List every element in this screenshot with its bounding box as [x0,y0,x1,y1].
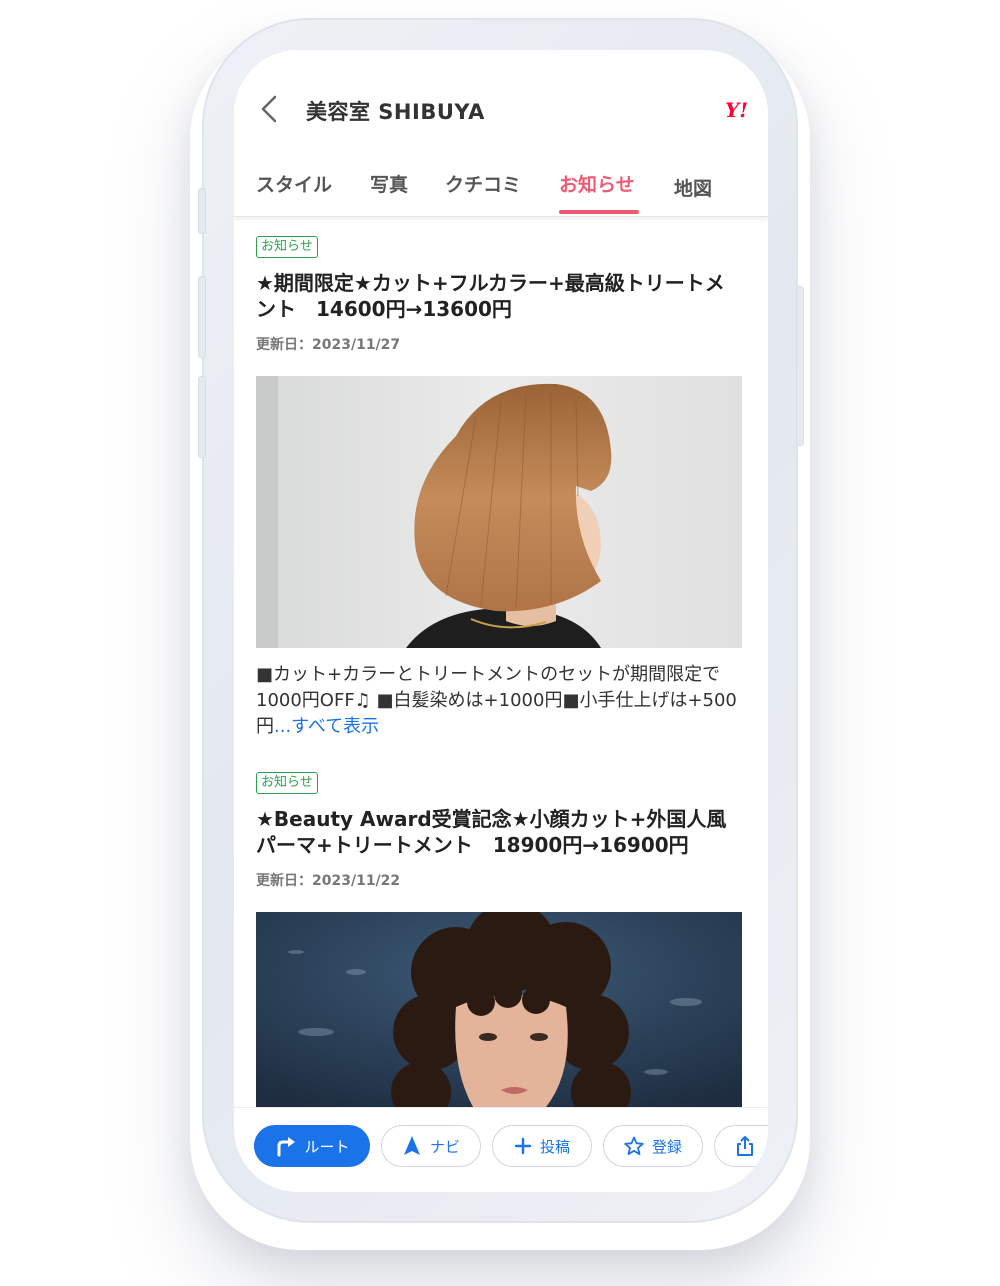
share-button[interactable] [714,1125,768,1167]
navigation-arrow-icon [403,1136,420,1155]
app-header: 美容室 SHIBUYA Y! [234,50,768,170]
side-button-mute [198,188,206,234]
phone-screen: 美容室 SHIBUYA Y! スタイル 写真 クチコミ お知らせ 地図 お知らせ… [234,50,768,1192]
show-all-link[interactable]: ...すべて表示 [274,716,379,737]
side-button-power [796,286,804,446]
plus-icon [514,1137,532,1155]
side-button-volume-up [198,276,206,358]
tab-photos[interactable]: 写真 [370,170,408,197]
route-turn-icon [277,1137,296,1157]
news-badge: お知らせ [256,236,318,258]
star-icon [624,1136,644,1156]
register-label: 登録 [651,1137,682,1156]
news-post[interactable]: お知らせ ★Beauty Award受賞記念★小顔カット+外国人風パーマ+トリー… [256,771,742,1107]
post-body: ■カット+カラーとトリートメントのセットが期間限定で1000円OFF♫ ■白髪染… [256,662,742,740]
post-label: 投稿 [539,1137,570,1156]
yahoo-logo: Y! [724,98,748,122]
news-feed[interactable]: お知らせ ★期間限定★カット+フルカラー+最高級トリートメント 14600円→1… [234,217,768,1107]
tab-news[interactable]: お知らせ [559,170,635,197]
tab-style[interactable]: スタイル [256,170,332,197]
navi-label: ナビ [429,1137,460,1156]
route-label: ルート [304,1137,350,1156]
bottom-action-bar: ルート ナビ 投稿 登録 [234,1107,768,1192]
post-title[interactable]: ★期間限定★カット+フルカラー+最高級トリートメント 14600円→13600円 [256,270,742,322]
side-button-volume-down [198,376,206,458]
tab-map[interactable]: 地図 [674,174,712,201]
curly-perm-photo[interactable] [256,912,742,1107]
post-button[interactable]: 投稿 [492,1125,592,1167]
navi-button[interactable]: ナビ [381,1125,481,1167]
post-title[interactable]: ★Beauty Award受賞記念★小顔カット+外国人風パーマ+トリートメント … [256,806,742,858]
tab-reviews[interactable]: クチコミ [445,170,521,197]
news-post[interactable]: お知らせ ★期間限定★カット+フルカラー+最高級トリートメント 14600円→1… [256,235,742,740]
active-tab-indicator [559,210,639,214]
route-button[interactable]: ルート [254,1125,370,1167]
tab-bar: スタイル 写真 クチコミ お知らせ 地図 [234,162,768,217]
post-date: 更新日：2023/11/27 [256,337,401,353]
post-date: 更新日：2023/11/22 [256,873,401,889]
news-badge: お知らせ [256,772,318,794]
chevron-left-icon[interactable] [258,94,280,124]
page-title: 美容室 SHIBUYA [306,100,485,124]
share-icon [737,1136,753,1156]
bob-haircut-photo[interactable] [256,376,742,648]
register-button[interactable]: 登録 [603,1125,703,1167]
